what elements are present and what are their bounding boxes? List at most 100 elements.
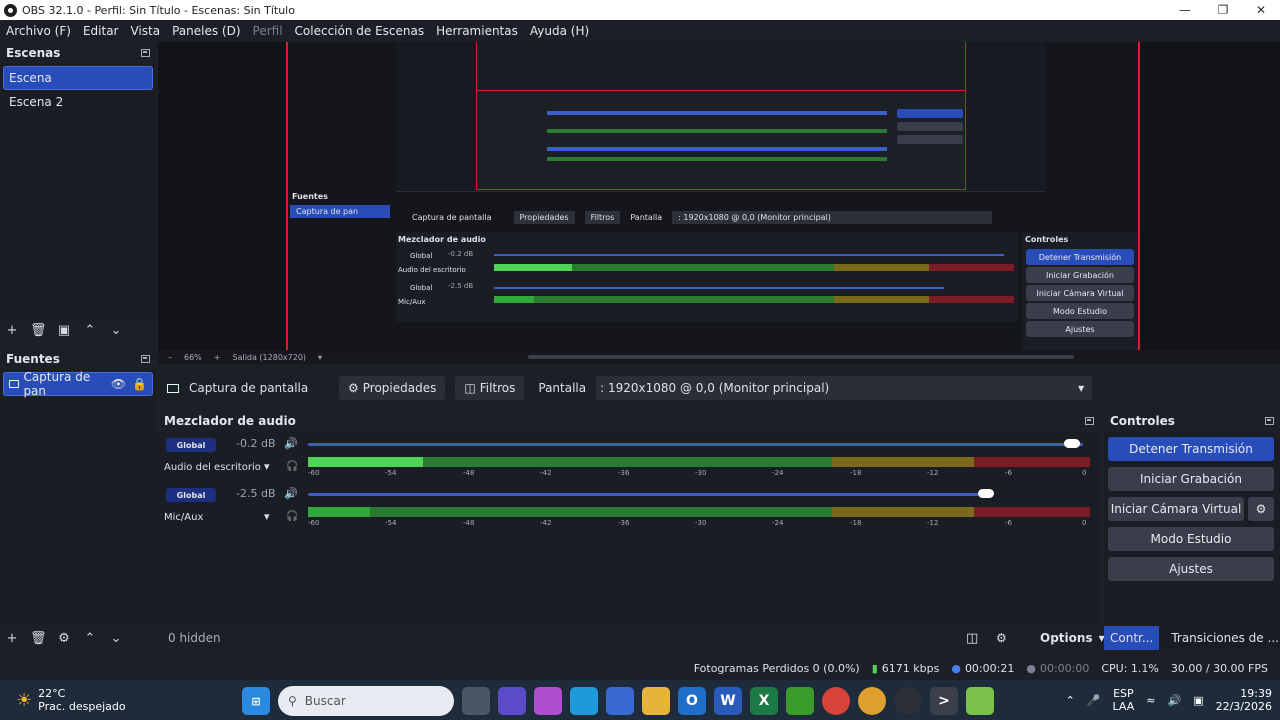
source-item-screen-capture[interactable]: Captura de pan 👁 🔒: [3, 370, 153, 398]
inner-ch2-name: Mic/Aux: [398, 298, 426, 306]
chrome-icon[interactable]: [822, 687, 850, 715]
volume-slider-handle[interactable]: [978, 489, 994, 498]
scenes-title: Escenas: [6, 46, 61, 60]
remove-scene-icon[interactable]: 🗑: [30, 323, 47, 338]
terminal-icon[interactable]: >: [930, 687, 958, 715]
menu-view[interactable]: Vista: [124, 24, 166, 38]
undock-icon[interactable]: [1085, 417, 1094, 425]
virtual-camera-settings-button[interactable]: ⚙: [1248, 497, 1274, 521]
minecraft-icon[interactable]: [786, 687, 814, 715]
chevron-down-icon[interactable]: ▾: [318, 353, 322, 362]
mixer-title: Mezclador de audio: [164, 414, 296, 428]
layout-toggle-icon[interactable]: ◫: [966, 631, 978, 646]
record-time: 00:00:00: [1039, 661, 1090, 675]
source-properties-icon[interactable]: ⚙: [56, 631, 72, 646]
excel-icon[interactable]: X: [750, 687, 778, 715]
meet-icon[interactable]: [498, 687, 526, 715]
undock-icon[interactable]: [141, 355, 150, 363]
inner-source-item: Captura de pan: [290, 205, 390, 218]
headphones-icon[interactable]: 🎧: [286, 511, 298, 522]
add-scene-icon[interactable]: +: [4, 323, 20, 338]
move-down-icon[interactable]: ⌄: [108, 631, 124, 646]
menu-tools[interactable]: Herramientas: [430, 24, 524, 38]
settings-button[interactable]: Ajustes: [1108, 557, 1274, 581]
zoom-out-icon[interactable]: –: [168, 353, 172, 362]
volume-db: -0.2 dB: [236, 437, 276, 450]
channel-menu-icon[interactable]: ▾: [264, 460, 270, 473]
tab-transitions[interactable]: Transiciones de ...: [1159, 631, 1279, 645]
weather-icon[interactable]: ☀: [16, 690, 32, 711]
undock-icon[interactable]: [1265, 417, 1274, 425]
speaker-icon[interactable]: 🔊: [284, 437, 298, 450]
properties-button[interactable]: ⚙ Propiedades: [339, 376, 446, 400]
task-view-icon[interactable]: [462, 687, 490, 715]
lock-icon[interactable]: 🔒: [132, 377, 147, 391]
move-up-icon[interactable]: ⌃: [82, 323, 98, 338]
source-toolbar: Captura de pantalla ⚙ Propiedades ◫ Filt…: [158, 374, 1280, 402]
volume-slider-handle[interactable]: [1064, 439, 1080, 448]
meter-tick-label: -36: [618, 469, 630, 477]
search-box[interactable]: ⚲ Buscar: [278, 686, 454, 716]
menu-profile[interactable]: Perfil: [247, 24, 289, 38]
scene-filters-icon[interactable]: ▣: [56, 323, 72, 338]
menu-docks[interactable]: Paneles (D): [166, 24, 246, 38]
inner-start-rec: Iniciar Grabación: [1026, 267, 1134, 283]
window-title: OBS 32.1.0 - Perfil: Sin Título - Escena…: [22, 3, 295, 17]
menu-edit[interactable]: Editar: [77, 24, 125, 38]
headphones-icon[interactable]: 🎧: [286, 461, 298, 472]
undock-icon[interactable]: [141, 49, 150, 57]
move-down-icon[interactable]: ⌄: [108, 323, 124, 338]
menu-scene-collection[interactable]: Colección de Escenas: [289, 24, 431, 38]
obs-taskbar-icon[interactable]: [894, 687, 922, 715]
meter-tick-label: -12: [927, 519, 939, 527]
options-button[interactable]: Options ▾: [1040, 631, 1105, 645]
store-icon[interactable]: [606, 687, 634, 715]
menu-help[interactable]: Ayuda (H): [524, 24, 595, 38]
stop-streaming-button[interactable]: Detener Transmisión: [1108, 437, 1274, 461]
wifi-icon[interactable]: ≈: [1146, 694, 1155, 707]
tab-controls[interactable]: Contr...: [1104, 626, 1160, 650]
edge-icon[interactable]: [570, 687, 598, 715]
eye-icon[interactable]: 👁: [111, 377, 126, 391]
maximize-button[interactable]: ❐: [1204, 0, 1242, 20]
studio-mode-button[interactable]: Modo Estudio: [1108, 527, 1274, 551]
status-bar: Fotogramas Perdidos 0 (0.0%) ▮ 6171 kbps…: [0, 656, 1280, 680]
preview-canvas[interactable]: Captura de pantalla Propiedades Filtros …: [158, 42, 1280, 350]
minimize-button[interactable]: —: [1166, 0, 1204, 20]
horizontal-scrollbar[interactable]: [528, 355, 1074, 359]
remove-source-icon[interactable]: 🗑: [30, 631, 47, 646]
volume-slider[interactable]: [308, 443, 1083, 446]
start-virtual-camera-button[interactable]: Iniciar Cámara Virtual: [1108, 497, 1244, 521]
speaker-icon[interactable]: 🔊: [284, 487, 298, 500]
scene-item-escena-2[interactable]: Escena 2: [0, 90, 156, 114]
audio-mixer-dock: Mezclador de audio Global -0.2 dB 🔊 Audi…: [158, 410, 1105, 650]
word-icon[interactable]: W: [714, 687, 742, 715]
scene-item-escena[interactable]: Escena: [3, 66, 153, 90]
battery-icon[interactable]: ▣: [1193, 694, 1203, 707]
volume-icon[interactable]: 🔊: [1167, 694, 1181, 707]
start-recording-button[interactable]: Iniciar Grabación: [1108, 467, 1274, 491]
channel-menu-icon[interactable]: ▾: [264, 510, 270, 523]
file-explorer-icon[interactable]: [642, 687, 670, 715]
preview-zoom-bar: – 66% + Salida (1280x720) ▾: [158, 350, 1280, 364]
filters-button[interactable]: ◫ Filtros: [455, 376, 525, 400]
chevron-up-icon[interactable]: ⌃: [1066, 694, 1075, 707]
lang-secondary: LAA: [1112, 700, 1135, 713]
zoom-in-icon[interactable]: +: [214, 353, 221, 362]
chrome-icon[interactable]: [858, 687, 886, 715]
copilot-icon[interactable]: [534, 687, 562, 715]
add-source-icon[interactable]: +: [4, 631, 20, 646]
close-button[interactable]: ✕: [1242, 0, 1280, 20]
start-icon[interactable]: ⊞: [242, 687, 270, 715]
move-up-icon[interactable]: ⌃: [82, 631, 98, 646]
outlook-icon[interactable]: O: [678, 687, 706, 715]
inner-screen-label: Pantalla: [630, 212, 663, 222]
screen-select[interactable]: : 1920x1080 @ 0,0 (Monitor principal) ▾: [596, 376, 1093, 400]
inner-settings: Ajustes: [1026, 321, 1134, 337]
microphone-icon[interactable]: 🎤: [1087, 694, 1101, 707]
advanced-audio-icon[interactable]: ⚙: [996, 631, 1007, 645]
meter-ticks: -60 -54 -48 -42 -36 -30 -24 -18 -12 -6 0: [308, 469, 1090, 481]
app-icon[interactable]: [966, 687, 994, 715]
volume-slider[interactable]: [308, 493, 988, 496]
menu-file[interactable]: Archivo (F): [0, 24, 77, 38]
